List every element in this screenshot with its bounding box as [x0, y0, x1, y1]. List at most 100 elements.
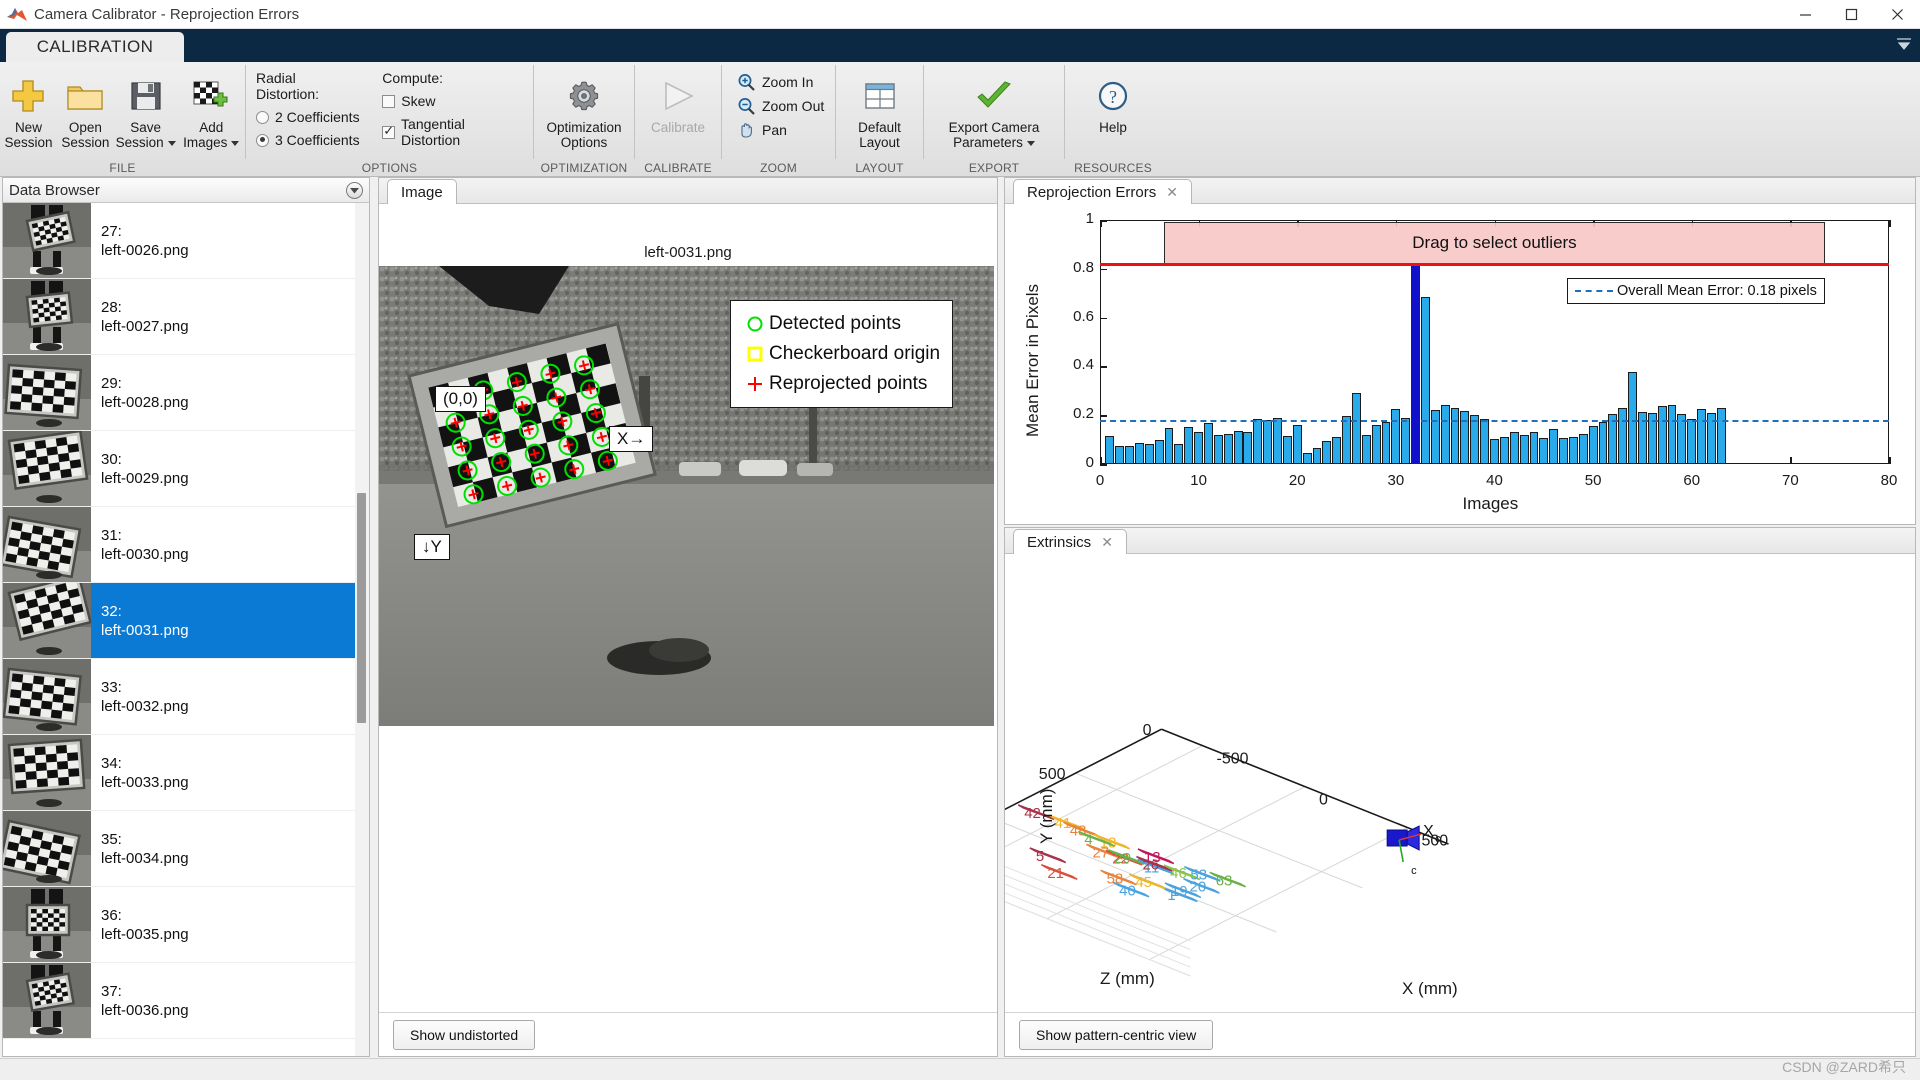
chevron-down-circle-icon[interactable] [346, 181, 363, 199]
bar[interactable] [1351, 393, 1361, 464]
list-item[interactable]: 31: left-0030.png [3, 507, 369, 583]
bar[interactable] [1253, 418, 1263, 464]
list-item[interactable]: 28: left-0027.png [3, 279, 369, 355]
bar[interactable] [1164, 428, 1174, 464]
save-session-dropdown-icon[interactable] [167, 140, 176, 146]
checkbox-skew[interactable]: Skew [382, 93, 525, 109]
bar[interactable] [1105, 435, 1115, 464]
bar[interactable] [1519, 435, 1529, 464]
bar[interactable] [1588, 425, 1598, 464]
list-item[interactable]: 33: left-0032.png [3, 659, 369, 735]
calibrate-button[interactable]: Calibrate [640, 69, 716, 135]
tab-extrinsics[interactable]: Extrinsics ✕ [1013, 529, 1127, 554]
help-button[interactable]: ? Help [1075, 69, 1151, 135]
image-list[interactable]: 27: left-0026.png 28: left-0027.png 29: left-… [3, 203, 369, 1056]
bar[interactable] [1529, 432, 1539, 464]
bar[interactable] [1332, 437, 1342, 464]
bar[interactable] [1667, 405, 1677, 464]
bar[interactable] [1440, 405, 1450, 464]
list-item[interactable]: 37: left-0036.png [3, 963, 369, 1039]
close-button[interactable] [1874, 0, 1920, 29]
add-images-button[interactable]: Add Images [177, 69, 245, 150]
bar[interactable] [1371, 424, 1381, 464]
optimization-options-button[interactable]: Optimization Options [546, 69, 622, 150]
bar[interactable] [1213, 434, 1223, 464]
bar[interactable] [1312, 448, 1322, 464]
list-item[interactable]: 32: left-0031.png [3, 583, 369, 659]
bar[interactable] [1204, 423, 1213, 464]
bar[interactable] [1381, 421, 1391, 464]
bar[interactable] [1509, 432, 1519, 464]
bar[interactable] [1628, 371, 1637, 464]
zoom-out-button[interactable]: Zoom Out [731, 94, 830, 118]
bar[interactable] [1263, 420, 1273, 464]
outlier-threshold-line[interactable] [1100, 262, 1889, 266]
list-item[interactable]: 36: left-0035.png [3, 887, 369, 963]
new-session-button[interactable]: New Session [0, 69, 57, 150]
bar[interactable] [1154, 439, 1164, 464]
export-camera-parameters-button[interactable]: Export Camera Parameters [925, 69, 1063, 150]
default-layout-button[interactable]: Default Layout [842, 69, 918, 150]
bar[interactable] [1135, 443, 1144, 464]
show-undistorted-button[interactable]: Show undistorted [393, 1019, 536, 1050]
close-icon[interactable]: ✕ [1101, 534, 1113, 551]
bar[interactable] [1430, 409, 1440, 464]
list-item[interactable]: 27: left-0026.png [3, 203, 369, 279]
bar[interactable] [1282, 435, 1292, 464]
bar[interactable] [1716, 408, 1726, 464]
bar[interactable] [1194, 432, 1204, 464]
zoom-in-button[interactable]: Zoom In [731, 70, 819, 94]
radio-2-coefficients[interactable]: 2 Coefficients [256, 109, 360, 125]
show-pattern-centric-view-button[interactable]: Show pattern-centric view [1019, 1019, 1214, 1050]
bar[interactable] [1342, 415, 1351, 464]
extrinsics-3d-plot[interactable]: 21 40 5 58 1 45 19 42 41 48 27 22 29 11 26 20 18 46 13 53 63… [858, 554, 1915, 1056]
bar[interactable] [1687, 418, 1697, 464]
outlier-selection-band[interactable]: Drag to select outliers [1164, 222, 1825, 264]
scrollbar-thumb[interactable] [357, 493, 366, 723]
bar[interactable] [1450, 408, 1460, 464]
bar[interactable] [1174, 443, 1184, 464]
bar[interactable] [1391, 408, 1401, 464]
save-session-button[interactable]: Save Session [114, 69, 178, 150]
radio-3-coefficients[interactable]: 3 Coefficients [256, 132, 360, 148]
close-icon[interactable]: ✕ [1166, 184, 1178, 201]
ribbon-collapse-icon[interactable] [1896, 36, 1912, 53]
bar[interactable] [1697, 409, 1707, 464]
bar[interactable] [1539, 437, 1549, 464]
bar[interactable] [1223, 433, 1233, 464]
bar[interactable] [1125, 446, 1135, 464]
bar[interactable] [1470, 415, 1480, 464]
export-dropdown-icon[interactable] [1026, 140, 1035, 146]
open-session-button[interactable]: Open Session [57, 69, 114, 150]
list-item[interactable]: 35: left-0034.png [3, 811, 369, 887]
bar[interactable] [1184, 427, 1194, 464]
bar[interactable] [1559, 438, 1568, 464]
tab-reprojection-errors[interactable]: Reprojection Errors ✕ [1013, 179, 1192, 204]
list-item[interactable]: 30: left-0029.png [3, 431, 369, 507]
tab-image[interactable]: Image [387, 179, 457, 204]
bar[interactable] [1243, 431, 1253, 464]
bar[interactable] [1144, 444, 1154, 464]
checkbox-tangential-distortion[interactable]: Tangential Distortion [382, 116, 525, 148]
bar[interactable] [1657, 405, 1667, 464]
bar[interactable] [1460, 410, 1470, 464]
bar[interactable] [1549, 429, 1559, 464]
list-item[interactable]: 34: left-0033.png [3, 735, 369, 811]
bar[interactable] [1578, 434, 1588, 464]
bar[interactable] [1499, 437, 1509, 464]
list-scrollbar[interactable] [355, 203, 369, 1056]
pan-button[interactable]: Pan [731, 118, 793, 142]
bar[interactable] [1480, 418, 1490, 464]
bar[interactable] [1361, 435, 1371, 464]
bar[interactable] [1421, 296, 1430, 464]
add-images-dropdown-icon[interactable] [231, 140, 240, 146]
bar[interactable] [1401, 417, 1411, 464]
bar[interactable] [1233, 431, 1243, 464]
bar[interactable] [1490, 438, 1499, 464]
minimize-button[interactable] [1782, 0, 1828, 29]
bar[interactable] [1598, 422, 1608, 464]
reprojection-errors-chart[interactable]: 0 0.2 0.4 0.6 0.8 1 0 10 20 30 40 50 60 70 80 Drag to s… [1005, 204, 1915, 524]
bar[interactable] [1568, 436, 1578, 464]
bar[interactable] [1115, 446, 1125, 464]
selected-bar[interactable] [1411, 263, 1421, 464]
